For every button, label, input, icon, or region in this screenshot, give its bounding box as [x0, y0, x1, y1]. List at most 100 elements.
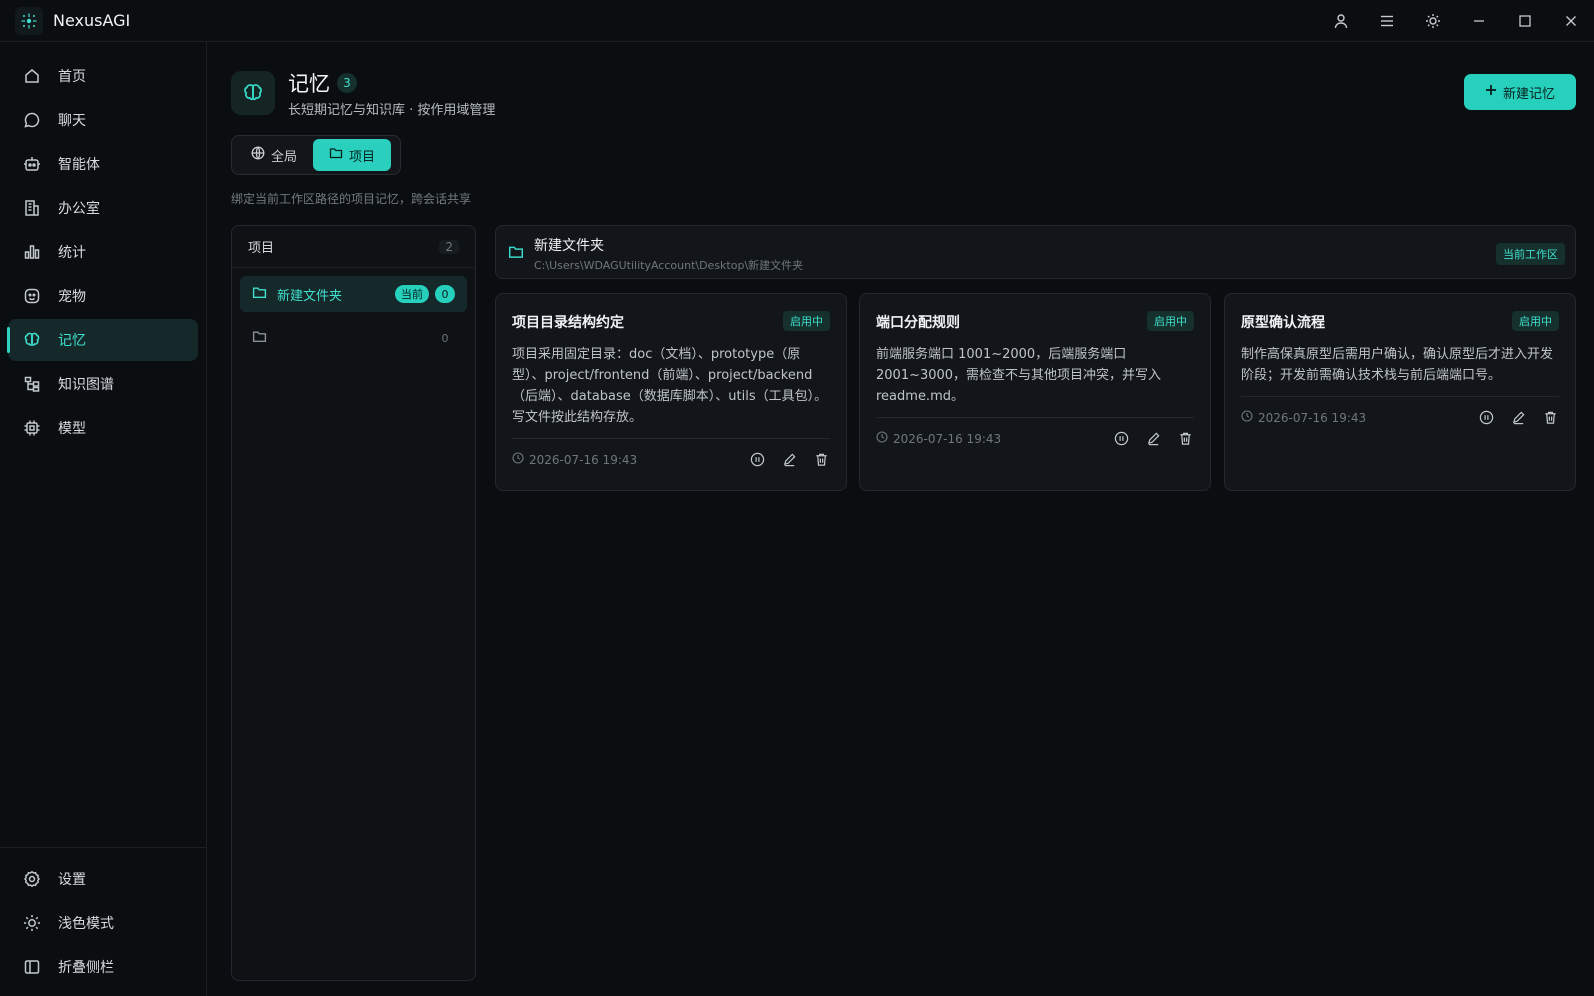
memory-card-title: 项目目录结构约定 [512, 315, 624, 331]
new-memory-button[interactable]: 新建记忆 [1464, 74, 1576, 110]
sidebar-item-label: 首页 [58, 69, 86, 85]
memory-card-body: 前端服务端口 1001~2000，后端服务端口 2001~3000，需检查不与其… [876, 347, 1162, 404]
memory-card[interactable]: 端口分配规则 启用中 前端服务端口 1001~2000，后端服务端口 2001~… [859, 293, 1211, 491]
home-icon [22, 66, 42, 86]
close-icon[interactable] [1548, 0, 1594, 42]
project-memory-count: 0 [441, 331, 449, 345]
status-badge: 启用中 [1512, 311, 1559, 331]
edit-icon[interactable] [780, 451, 798, 469]
memory-card-footer: 2026-07-16 19:43 [1241, 396, 1559, 438]
memory-card[interactable]: 原型确认流程 启用中 制作高保真原型后需用户确认，确认原型后才进入开发阶段；开发… [1224, 293, 1576, 491]
folder-icon [252, 285, 267, 304]
projects-header-label: 项目 [248, 241, 275, 256]
sidebar-bottom: 设置 浅色模式 折叠侧栏 [0, 847, 206, 990]
edit-icon[interactable] [1509, 409, 1527, 427]
edit-icon[interactable] [1144, 430, 1162, 448]
app-name: NexusAGI [53, 11, 131, 30]
app-logo-icon [15, 6, 43, 35]
projects-panel: 项目 2 新建文件夹 当前 0 0 [231, 225, 476, 981]
project-name: 新建文件夹 [277, 288, 343, 304]
sidebar-item-settings[interactable]: 设置 [8, 858, 198, 900]
memory-card-title: 原型确认流程 [1241, 315, 1325, 331]
sidebar-item-knowledge-graph[interactable]: 知识图谱 [8, 363, 198, 405]
workspace-name: 新建文件夹 [534, 238, 604, 254]
folder-icon [508, 244, 524, 264]
pause-icon[interactable] [1112, 430, 1130, 448]
sidebar-item-label: 宠物 [58, 289, 86, 305]
scope-hint: 绑定当前工作区路径的项目记忆，跨会话共享 [231, 192, 472, 206]
status-badge: 启用中 [1147, 311, 1194, 331]
tab-label: 全局 [271, 149, 298, 165]
trash-icon[interactable] [1176, 430, 1194, 448]
projects-count: 2 [439, 239, 459, 254]
sidebar-item-home[interactable]: 首页 [8, 55, 198, 97]
pause-icon[interactable] [748, 451, 766, 469]
clock-icon [1241, 410, 1253, 425]
page-title: 记忆 [288, 72, 330, 96]
clock-icon [512, 452, 524, 467]
workspace-bar: 新建文件夹 C:\Users\WDAGUtilityAccount\Deskto… [495, 225, 1576, 279]
tab-project[interactable]: 项目 [313, 139, 392, 171]
minimize-icon[interactable] [1456, 0, 1502, 42]
chat-icon [22, 110, 42, 130]
sidebar-item-label: 统计 [58, 245, 86, 261]
tab-global[interactable]: 全局 [235, 139, 313, 171]
sidebar-item-label: 办公室 [58, 201, 100, 217]
project-item[interactable]: 0 [240, 320, 467, 356]
sidebar-item-models[interactable]: 模型 [8, 407, 198, 449]
trash-icon[interactable] [812, 451, 830, 469]
memory-card-footer: 2026-07-16 19:43 [876, 417, 1194, 459]
office-icon [22, 198, 42, 218]
sidebar-item-stats[interactable]: 统计 [8, 231, 198, 273]
sidebar-item-label: 知识图谱 [58, 377, 114, 393]
projects-header: 项目 2 [232, 226, 475, 268]
globe-icon [251, 146, 265, 164]
brain-icon [22, 330, 42, 350]
user-icon[interactable] [1318, 0, 1364, 42]
sidebar-item-collapse[interactable]: 折叠侧栏 [8, 946, 198, 988]
sidebar-item-office[interactable]: 办公室 [8, 187, 198, 229]
theme-sun-icon[interactable] [1410, 0, 1456, 42]
sidebar: 首页 聊天 智能体 办公室 统计 宠物 记忆 知识图谱 模型 设置 浅色模式 折… [0, 42, 207, 996]
pet-icon [22, 286, 42, 306]
sidebar-item-pet[interactable]: 宠物 [8, 275, 198, 317]
sidebar-item-agents[interactable]: 智能体 [8, 143, 198, 185]
sidebar-item-chat[interactable]: 聊天 [8, 99, 198, 141]
trash-icon[interactable] [1541, 409, 1559, 427]
folder-icon [252, 329, 267, 348]
brain-icon [231, 71, 275, 115]
memory-card-body: 项目采用固定目录：doc（文档）、prototype（原型）、project/f… [512, 347, 828, 425]
title-bar: NexusAGI [0, 0, 1594, 42]
sidebar-item-label: 模型 [58, 421, 86, 437]
maximize-icon[interactable] [1502, 0, 1548, 42]
robot-icon [22, 154, 42, 174]
memory-card-date: 2026-07-16 19:43 [529, 452, 638, 467]
pause-icon[interactable] [1477, 409, 1495, 427]
sidebar-item-label: 设置 [58, 872, 86, 888]
project-item[interactable]: 新建文件夹 当前 0 [240, 276, 467, 312]
sidebar-item-memory[interactable]: 记忆 [7, 319, 198, 361]
memory-count-badge: 3 [337, 73, 357, 93]
workspace-path: C:\Users\WDAGUtilityAccount\Desktop\新建文件… [534, 259, 804, 272]
page-subtitle: 长短期记忆与知识库 · 按作用域管理 [288, 103, 496, 118]
plus-icon [1485, 84, 1497, 100]
menu-icon[interactable] [1364, 0, 1410, 42]
memory-card-title: 端口分配规则 [876, 315, 960, 331]
sidebar-item-label: 聊天 [58, 113, 86, 129]
new-memory-label: 新建记忆 [1502, 86, 1555, 102]
current-workspace-badge: 当前工作区 [1496, 243, 1565, 265]
sidebar-item-label: 折叠侧栏 [58, 960, 114, 976]
memory-card[interactable]: 项目目录结构约定 启用中 项目采用固定目录：doc（文档）、prototype（… [495, 293, 847, 491]
status-badge: 启用中 [783, 311, 830, 331]
memory-card-date: 2026-07-16 19:43 [893, 431, 1002, 446]
project-memory-count: 0 [435, 285, 455, 303]
sun-icon [22, 913, 42, 933]
current-tag: 当前 [395, 285, 429, 303]
bar-chart-icon [22, 242, 42, 262]
sidebar-nav: 首页 聊天 智能体 办公室 统计 宠物 记忆 知识图谱 模型 [0, 55, 206, 451]
tree-icon [22, 374, 42, 394]
sidebar-item-light-mode[interactable]: 浅色模式 [8, 902, 198, 944]
memory-card-body: 制作高保真原型后需用户确认，确认原型后才进入开发阶段；开发前需确认技术栈与前后端… [1241, 347, 1554, 383]
main-content: 记忆 3 长短期记忆与知识库 · 按作用域管理 新建记忆 全局 项目 绑定当前工… [207, 42, 1594, 996]
sidebar-collapse-icon [22, 957, 42, 977]
